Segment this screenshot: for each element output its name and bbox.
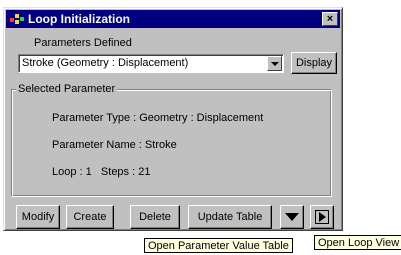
parameter-name-text: Parameter Name : Stroke [52,139,177,151]
parameter-select[interactable]: Stroke (Geometry : Displacement) [18,54,284,73]
parameter-select-value: Stroke (Geometry : Displacement) [22,57,189,69]
update-table-button[interactable]: Update Table [188,205,272,229]
loop-app-icon [10,13,24,25]
close-button[interactable]: × [322,12,338,26]
window-title: Loop Initialization [28,12,130,26]
modify-button[interactable]: Modify [16,205,60,229]
parameter-type-text: Parameter Type : Geometry : Displacement [52,112,264,124]
loop-steps-text: Loop : 1 Steps : 21 [52,166,151,178]
down-triangle-icon [285,213,299,221]
parameter-select-dropdown-button[interactable] [267,56,282,71]
loop-view-focus-rect [315,210,329,224]
display-button[interactable]: Display [291,52,337,74]
loop-view-tooltip: Open Loop View [314,235,401,250]
title-bar[interactable]: Loop Initialization × [6,10,340,28]
chevron-down-icon [270,61,279,66]
selected-parameter-legend: Selected Parameter [16,83,118,95]
open-parameter-value-table-button[interactable] [280,205,304,229]
play-icon [318,212,326,222]
parameter-value-table-tooltip: Open Parameter Value Table [144,238,293,253]
delete-button[interactable]: Delete [130,205,180,229]
parameters-defined-label: Parameters Defined [34,37,132,49]
close-icon: × [326,12,334,25]
open-loop-view-button[interactable] [310,205,334,229]
create-button[interactable]: Create [66,205,114,229]
